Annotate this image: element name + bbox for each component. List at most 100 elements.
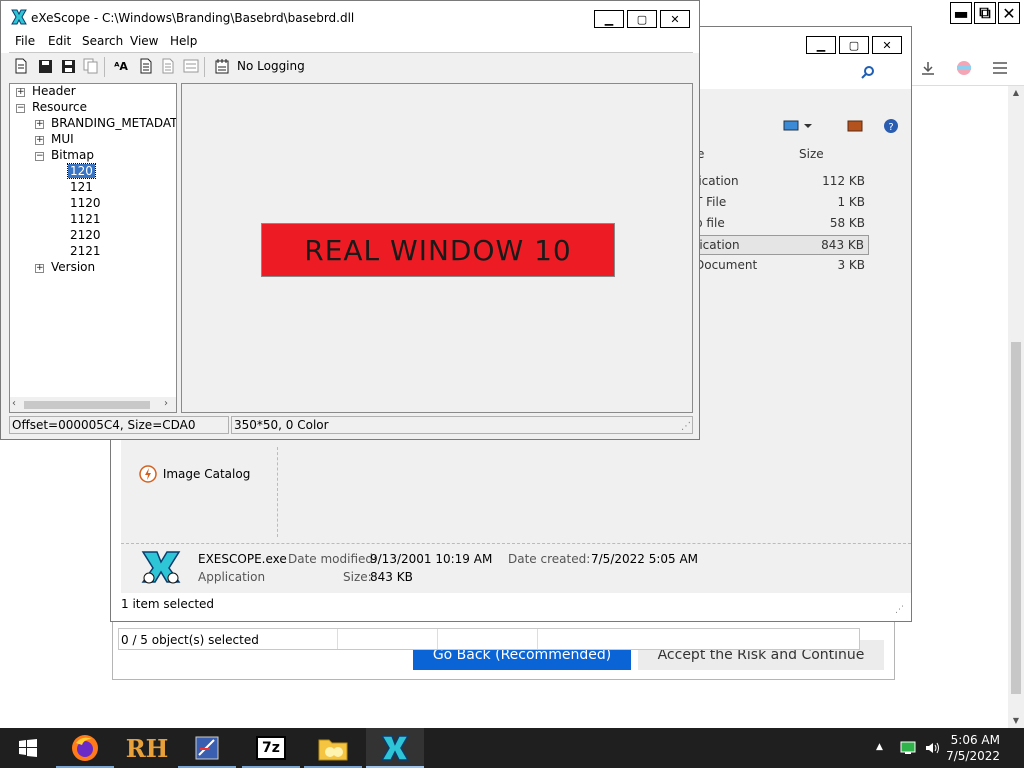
scroll-down-icon[interactable]: ▼ bbox=[1008, 714, 1024, 728]
tree-node-bitmap-item[interactable]: 2120 bbox=[70, 228, 101, 242]
scroll-right-icon[interactable]: › bbox=[164, 398, 168, 409]
menu-view[interactable]: View bbox=[130, 34, 158, 48]
start-button[interactable] bbox=[0, 728, 56, 768]
exescope-titlebar[interactable]: eXeScope - C:\Windows\Branding\Basebrd\b… bbox=[1, 1, 699, 33]
taskbar-file-explorer[interactable] bbox=[304, 728, 362, 768]
download-icon[interactable] bbox=[918, 58, 938, 78]
explorer-maximize-button[interactable]: ▢ bbox=[839, 36, 869, 54]
tree-node-branding[interactable]: BRANDING_METADATA_ bbox=[51, 116, 176, 130]
exescope-close-button[interactable]: ✕ bbox=[660, 10, 690, 28]
scroll-left-icon[interactable]: ‹ bbox=[12, 398, 16, 409]
tree-node-bitmap-item-selected[interactable]: 120 bbox=[67, 163, 96, 179]
tree-node-version[interactable]: Version bbox=[51, 260, 95, 274]
file-row[interactable]: lication 112 KB bbox=[691, 172, 869, 192]
help-icon[interactable]: ? bbox=[883, 118, 899, 137]
tree-node-bitmap[interactable]: Bitmap bbox=[51, 148, 94, 162]
preview-pane-icon[interactable] bbox=[847, 119, 863, 136]
date-modified-label: Date modified: bbox=[288, 552, 378, 566]
date-modified-value: 9/13/2001 10:19 AM bbox=[370, 552, 493, 566]
file-row[interactable]: Document 3 KB bbox=[691, 256, 869, 276]
exescope-maximize-button[interactable]: ▢ bbox=[627, 10, 657, 28]
taskbar-firefox[interactable] bbox=[56, 728, 114, 768]
show-hidden-icons-icon[interactable]: ▲ bbox=[876, 742, 883, 752]
tree-node-bitmap-item[interactable]: 121 bbox=[70, 180, 93, 194]
pin-icon[interactable] bbox=[861, 65, 875, 82]
firefox-icon bbox=[72, 735, 98, 761]
menu-icon[interactable] bbox=[990, 58, 1010, 78]
view-options-icon[interactable] bbox=[783, 119, 813, 136]
expand-header-icon[interactable]: + bbox=[16, 88, 25, 97]
extension-icon[interactable] bbox=[954, 58, 974, 78]
network-icon[interactable] bbox=[900, 741, 916, 758]
browser-close-button[interactable]: ✕ bbox=[998, 2, 1020, 24]
tree-node-header[interactable]: Header bbox=[32, 84, 76, 98]
objects-status-text: 0 / 5 object(s) selected bbox=[121, 633, 259, 647]
clock-date: 7/5/2022 bbox=[946, 749, 1000, 763]
menu-search[interactable]: Search bbox=[82, 34, 123, 48]
file-row-selected[interactable]: lication 843 KB bbox=[691, 235, 869, 255]
system-clock[interactable]: 5:06 AM 7/5/2022 bbox=[946, 732, 1000, 764]
tree-node-bitmap-item[interactable]: 1120 bbox=[70, 196, 101, 210]
explorer-status-text: 1 item selected bbox=[121, 597, 215, 611]
divider bbox=[537, 629, 538, 649]
volume-icon[interactable] bbox=[924, 740, 940, 759]
tree-node-mui[interactable]: MUI bbox=[51, 132, 74, 146]
folder-icon bbox=[318, 739, 348, 761]
file-row[interactable]: p file 58 KB bbox=[691, 214, 869, 234]
taskbar-7zip[interactable]: 7z bbox=[242, 728, 300, 768]
tree-node-resource[interactable]: Resource bbox=[32, 100, 87, 114]
exescope-window: eXeScope - C:\Windows\Branding\Basebrd\b… bbox=[0, 0, 700, 440]
binary-view-icon-disabled[interactable] bbox=[159, 57, 177, 75]
taskbar-reshacker[interactable]: RH bbox=[118, 728, 176, 768]
taskbar-resource-editor[interactable] bbox=[178, 728, 236, 768]
logging-label[interactable]: No Logging bbox=[237, 59, 305, 73]
text-file-icon[interactable] bbox=[137, 57, 155, 75]
browser-scrollbar[interactable]: ▲ ▼ bbox=[1008, 86, 1024, 728]
tree-node-bitmap-item[interactable]: 1121 bbox=[70, 212, 101, 226]
details-pane: EXESCOPE.exe Application Date modified: … bbox=[121, 543, 911, 593]
logging-icon[interactable] bbox=[213, 57, 231, 75]
tree-node-bitmap-item[interactable]: 2121 bbox=[70, 244, 101, 258]
collapse-bitmap-icon[interactable]: − bbox=[35, 152, 44, 161]
taskbar-exescope[interactable] bbox=[366, 728, 424, 768]
explorer-minimize-button[interactable]: ▁ bbox=[806, 36, 836, 54]
menu-file[interactable]: File bbox=[15, 34, 35, 48]
browser-restore-button[interactable]: ⧉ bbox=[974, 2, 996, 24]
new-file-icon[interactable] bbox=[12, 57, 30, 75]
menu-edit[interactable]: Edit bbox=[48, 34, 71, 48]
expand-branding-icon[interactable]: + bbox=[35, 120, 44, 129]
resize-grip-icon[interactable]: ⋰ bbox=[895, 605, 904, 615]
exescope-icon bbox=[380, 735, 410, 761]
dump-icon-disabled[interactable] bbox=[182, 57, 200, 75]
copy-icon-disabled[interactable] bbox=[82, 57, 100, 75]
exescope-file-icon bbox=[139, 548, 183, 589]
divider bbox=[437, 629, 438, 649]
toolbar-separator bbox=[104, 57, 105, 77]
file-type: Document bbox=[695, 258, 758, 272]
svg-text:?: ? bbox=[888, 122, 893, 133]
scrollbar-thumb[interactable] bbox=[24, 401, 150, 409]
menu-help[interactable]: Help bbox=[170, 34, 197, 48]
taskbar: RH 7z ▲ 5:06 AM 7/5/2022 bbox=[0, 728, 1024, 768]
tree-horizontal-scrollbar[interactable]: ‹ › bbox=[10, 397, 176, 412]
exescope-minimize-button[interactable]: ▁ bbox=[594, 10, 624, 28]
image-catalog-link[interactable]: Image Catalog bbox=[139, 465, 250, 483]
font-icon[interactable]: ᴬA bbox=[112, 57, 130, 75]
save-icon[interactable] bbox=[36, 57, 54, 75]
scroll-up-icon[interactable]: ▲ bbox=[1008, 86, 1024, 100]
scrollbar-thumb[interactable] bbox=[1011, 342, 1021, 694]
divider bbox=[277, 447, 278, 537]
resize-grip-icon[interactable]: ⋰ bbox=[681, 421, 691, 432]
exescope-toolbar: ᴬA No Logging bbox=[1, 53, 699, 81]
resource-tree[interactable]: + Header − Resource + BRANDING_METADATA_… bbox=[9, 83, 177, 413]
expand-version-icon[interactable]: + bbox=[35, 264, 44, 273]
explorer-close-button[interactable]: ✕ bbox=[872, 36, 902, 54]
save-as-icon[interactable] bbox=[59, 57, 77, 75]
file-row[interactable]: T File 1 KB bbox=[691, 193, 869, 213]
file-size: 843 KB bbox=[821, 238, 864, 252]
column-size-header[interactable]: Size bbox=[799, 147, 824, 161]
exescope-menubar: File Edit Search View Help bbox=[1, 33, 699, 53]
collapse-resource-icon[interactable]: − bbox=[16, 104, 25, 113]
browser-minimize-button[interactable]: ▬ bbox=[950, 2, 972, 24]
expand-mui-icon[interactable]: + bbox=[35, 136, 44, 145]
